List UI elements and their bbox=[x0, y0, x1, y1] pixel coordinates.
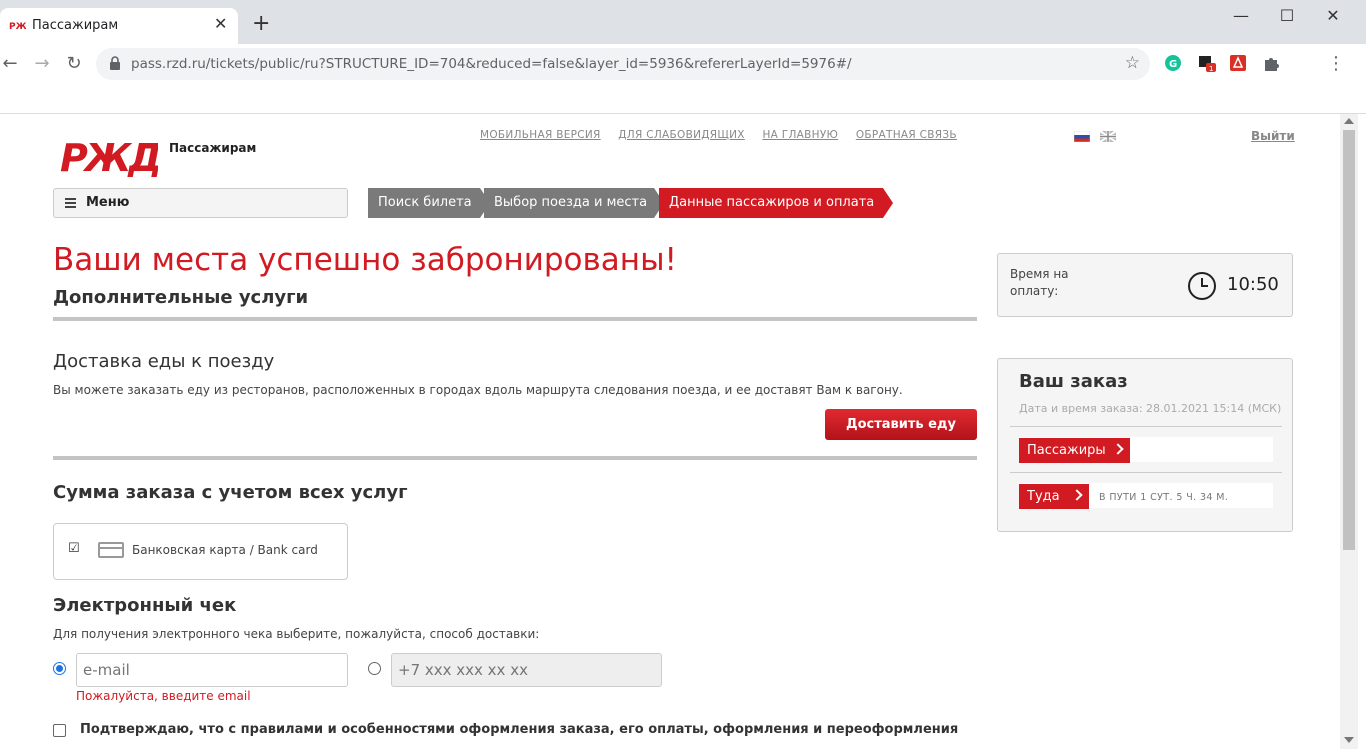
site-caption: Пассажирам bbox=[169, 141, 257, 155]
browser-tab[interactable]: РЖД Пассажирам ✕ bbox=[0, 8, 238, 48]
tab-close-icon[interactable]: ✕ bbox=[214, 14, 227, 33]
deliver-food-button[interactable]: Доставить еду bbox=[825, 409, 977, 440]
puzzle-icon[interactable] bbox=[1262, 54, 1280, 72]
extra-services-heading: Дополнительные услуги bbox=[53, 287, 309, 308]
checked-icon: ☑ bbox=[68, 541, 80, 556]
direction-label: Туда bbox=[1027, 489, 1060, 504]
route-duration: В ПУТИ 1 СУТ. 5 Ч. 34 М. bbox=[1099, 492, 1229, 503]
clock-icon bbox=[1188, 272, 1216, 300]
russian-flag-icon[interactable] bbox=[1074, 131, 1090, 142]
order-summary: Ваш заказ Дата и время заказа: 28.01.202… bbox=[997, 358, 1293, 532]
phone-input[interactable] bbox=[391, 653, 662, 687]
step-search[interactable]: Поиск билета bbox=[368, 188, 490, 218]
email-error-message: Пожалуйста, введите email bbox=[76, 689, 251, 703]
feedback-link[interactable]: ОБРАТНАЯ СВЯЗЬ bbox=[856, 129, 957, 141]
divider bbox=[53, 317, 977, 321]
email-input[interactable] bbox=[76, 653, 348, 687]
scroll-up-icon[interactable] bbox=[1344, 118, 1354, 124]
reload-icon[interactable]: ↻ bbox=[60, 50, 88, 78]
svg-text:РЖД: РЖД bbox=[60, 136, 158, 179]
hamburger-icon bbox=[65, 198, 76, 208]
chevron-right-icon bbox=[1112, 443, 1124, 455]
browser-titlebar: РЖД Пассажирам ✕ + — ☐ ✕ bbox=[0, 0, 1366, 48]
divider bbox=[53, 456, 977, 460]
extension-icon[interactable]: 1 bbox=[1198, 54, 1216, 72]
new-tab-icon[interactable]: + bbox=[252, 12, 270, 36]
food-delivery-description: Вы можете заказать еду из ресторанов, ра… bbox=[53, 383, 903, 397]
top-links: МОБИЛЬНАЯ ВЕРСИЯ ДЛЯ СЛАБОВИДЯЩИХ НА ГЛА… bbox=[480, 129, 971, 141]
home-link[interactable]: НА ГЛАВНУЮ bbox=[762, 129, 838, 141]
step-passengers-payment[interactable]: Данные пассажиров и оплата bbox=[659, 188, 893, 218]
order-sum-heading: Сумма заказа с учетом всех услуг bbox=[53, 482, 408, 503]
timer-value: 10:50 bbox=[1227, 274, 1279, 295]
rzd-logo[interactable]: РЖД bbox=[60, 133, 158, 179]
payment-timer: Время на оплату: 10:50 bbox=[997, 253, 1293, 317]
step-label: Данные пассажиров и оплата bbox=[669, 195, 875, 210]
direction-button[interactable]: Туда bbox=[1019, 484, 1089, 509]
tab-title: Пассажирам bbox=[32, 18, 119, 33]
confirm-checkbox[interactable] bbox=[53, 724, 66, 737]
divider bbox=[1010, 426, 1282, 427]
scroll-thumb[interactable] bbox=[1343, 130, 1355, 550]
email-radio[interactable] bbox=[53, 662, 66, 675]
rzd-favicon-icon: РЖД bbox=[8, 19, 26, 31]
payment-method-label: Банковская карта / Bank card bbox=[132, 543, 318, 557]
forward-icon[interactable]: → bbox=[28, 50, 56, 78]
step-train-select[interactable]: Выбор поезда и места bbox=[484, 188, 664, 218]
minimize-icon[interactable]: — bbox=[1218, 4, 1264, 28]
step-arrow bbox=[883, 188, 893, 218]
e-receipt-heading: Электронный чек bbox=[53, 595, 237, 616]
menu-button[interactable]: Меню bbox=[53, 188, 348, 218]
timer-label: Время на оплату: bbox=[1010, 267, 1069, 298]
maximize-icon[interactable]: ☐ bbox=[1264, 4, 1310, 28]
address-bar[interactable]: pass.rzd.ru/tickets/public/ru?STRUCTURE_… bbox=[96, 48, 1150, 80]
payment-method-option[interactable]: ☑ Банковская карта / Bank card bbox=[53, 523, 348, 580]
svg-text:РЖД: РЖД bbox=[9, 22, 26, 31]
scroll-down-icon[interactable] bbox=[1344, 737, 1354, 743]
e-receipt-description: Для получения электронного чека выберите… bbox=[53, 627, 540, 641]
step-label: Поиск билета bbox=[378, 195, 472, 210]
svg-text:1: 1 bbox=[1209, 65, 1213, 72]
chevron-right-icon bbox=[1071, 489, 1083, 501]
success-title: Ваши места успешно забронированы! bbox=[53, 242, 677, 278]
bank-card-icon bbox=[98, 542, 124, 558]
food-delivery-heading: Доставка еды к поезду bbox=[53, 351, 275, 372]
browser-toolbar: ← → ↻ pass.rzd.ru/tickets/public/ru?STRU… bbox=[0, 44, 1366, 84]
divider bbox=[1010, 472, 1282, 473]
scrollbar[interactable] bbox=[1340, 114, 1358, 749]
mobile-version-link[interactable]: МОБИЛЬНАЯ ВЕРСИЯ bbox=[480, 129, 601, 141]
kebab-menu-icon[interactable]: ⋮ bbox=[1322, 50, 1350, 78]
window-close-icon[interactable]: ✕ bbox=[1310, 4, 1356, 28]
svg-text:G: G bbox=[1169, 59, 1177, 70]
confirm-text: Подтверждаю, что с правилами и особеннос… bbox=[80, 722, 959, 737]
star-icon[interactable]: ☆ bbox=[1125, 53, 1140, 73]
grammarly-icon[interactable]: G bbox=[1164, 54, 1182, 72]
passengers-button[interactable]: Пассажиры bbox=[1019, 438, 1130, 463]
menu-label: Меню bbox=[86, 195, 130, 210]
pdf-icon[interactable] bbox=[1229, 54, 1247, 72]
uk-flag-icon[interactable] bbox=[1100, 131, 1116, 142]
order-datetime: Дата и время заказа: 28.01.2021 15:14 (М… bbox=[1019, 402, 1282, 415]
step-label: Выбор поезда и места bbox=[494, 195, 648, 210]
back-icon[interactable]: ← bbox=[0, 50, 24, 78]
accessibility-link[interactable]: ДЛЯ СЛАБОВИДЯЩИХ bbox=[618, 129, 745, 141]
passengers-label: Пассажиры bbox=[1027, 443, 1106, 458]
phone-radio[interactable] bbox=[368, 662, 381, 675]
logout-link[interactable]: Выйти bbox=[1251, 129, 1295, 143]
url-text: pass.rzd.ru/tickets/public/ru?STRUCTURE_… bbox=[131, 56, 852, 72]
order-title: Ваш заказ bbox=[1019, 371, 1128, 392]
lock-icon bbox=[110, 56, 120, 70]
